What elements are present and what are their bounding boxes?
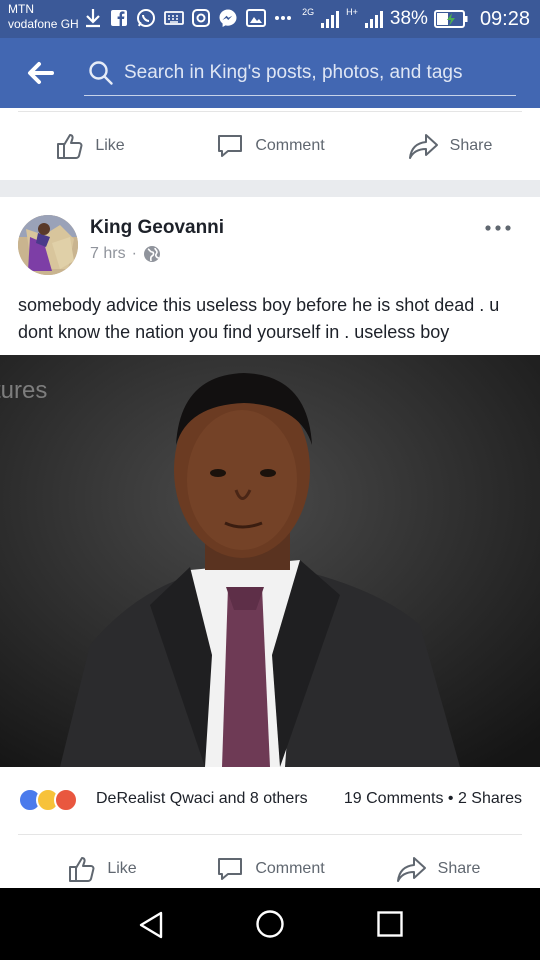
search-input[interactable] bbox=[124, 57, 514, 89]
reaction-names[interactable]: DeRealist Qwaci and 8 others bbox=[96, 790, 308, 808]
clock: 09:28 bbox=[479, 7, 530, 30]
comment-icon bbox=[218, 857, 243, 880]
post-photo[interactable]: tures bbox=[0, 355, 540, 767]
download-icon bbox=[86, 9, 100, 28]
nav-home-button[interactable] bbox=[255, 909, 285, 939]
reaction-icons bbox=[18, 788, 78, 812]
comment-label: Comment bbox=[255, 137, 325, 154]
status-bar: MTN vodafone GH 2G H+ 38% 09:28 bbox=[0, 0, 540, 38]
share-button[interactable]: Share bbox=[354, 854, 522, 884]
signal-icon bbox=[321, 11, 340, 28]
thumbs-up-icon bbox=[69, 856, 95, 882]
system-nav-bar bbox=[0, 888, 540, 960]
network-name: vodafone GH bbox=[8, 17, 79, 31]
back-button[interactable] bbox=[22, 58, 60, 88]
whatsapp-icon bbox=[137, 9, 155, 27]
nav-recents-button[interactable] bbox=[377, 911, 403, 937]
facebook-icon bbox=[111, 10, 127, 26]
battery-charging-icon bbox=[433, 10, 468, 28]
network-h-label: H+ bbox=[346, 6, 358, 17]
like-label: Like bbox=[95, 137, 125, 154]
like-label: Like bbox=[107, 859, 137, 877]
meta-separator: · bbox=[131, 245, 137, 262]
globe-icon bbox=[143, 246, 160, 262]
search-icon bbox=[89, 61, 113, 85]
share-label: Share bbox=[437, 859, 481, 877]
battery-percent: 38% bbox=[389, 8, 428, 29]
gallery-icon bbox=[246, 9, 266, 27]
share-icon bbox=[408, 134, 438, 159]
comment-label: Comment bbox=[255, 859, 325, 877]
carrier-name: MTN bbox=[8, 2, 34, 16]
search-box[interactable] bbox=[84, 52, 516, 96]
nav-back-button[interactable] bbox=[137, 910, 165, 940]
search-header bbox=[0, 38, 540, 108]
post-time: 7 hrs bbox=[90, 245, 126, 262]
notification-icons bbox=[84, 8, 292, 28]
share-button[interactable]: Share bbox=[360, 131, 540, 161]
post-meta: 7 hrs · bbox=[90, 245, 161, 263]
instagram-icon bbox=[192, 9, 210, 27]
comment-share-counts[interactable]: 19 Comments • 2 Shares bbox=[344, 790, 522, 808]
avatar-image bbox=[18, 215, 78, 275]
back-arrow-icon bbox=[28, 62, 54, 84]
post-text: somebody advice this useless boy before … bbox=[18, 295, 500, 342]
like-button[interactable]: Like bbox=[0, 131, 180, 161]
more-icon bbox=[485, 225, 511, 231]
share-label: Share bbox=[449, 137, 493, 154]
angry-reaction-icon bbox=[54, 788, 78, 812]
thumbs-up-icon bbox=[57, 134, 83, 159]
more-options-button[interactable] bbox=[484, 221, 512, 233]
portrait-image bbox=[0, 355, 540, 767]
reactions-summary[interactable]: DeRealist Qwaci and 8 others 19 Comments… bbox=[0, 778, 540, 822]
messenger-icon bbox=[219, 9, 237, 27]
comment-icon bbox=[218, 135, 243, 157]
more-notifications-icon bbox=[275, 16, 291, 20]
previous-post-actions: Like Comment Share bbox=[0, 112, 540, 180]
share-icon bbox=[396, 856, 426, 882]
keyboard-icon bbox=[164, 11, 184, 25]
post-author[interactable]: King Geovanni bbox=[90, 217, 224, 239]
carrier-info: MTN vodafone GH bbox=[8, 2, 79, 32]
signal-icon-2 bbox=[364, 11, 383, 28]
like-button[interactable]: Like bbox=[18, 854, 186, 884]
post-card: King Geovanni 7 hrs · somebody advice th… bbox=[0, 197, 540, 888]
network-2g-label: 2G bbox=[302, 6, 315, 17]
comment-button[interactable]: Comment bbox=[186, 854, 354, 884]
system-status: 2G H+ 38% 09:28 bbox=[302, 4, 530, 34]
comment-button[interactable]: Comment bbox=[180, 131, 360, 161]
photo-watermark: tures bbox=[0, 377, 48, 404]
avatar[interactable] bbox=[18, 215, 78, 275]
